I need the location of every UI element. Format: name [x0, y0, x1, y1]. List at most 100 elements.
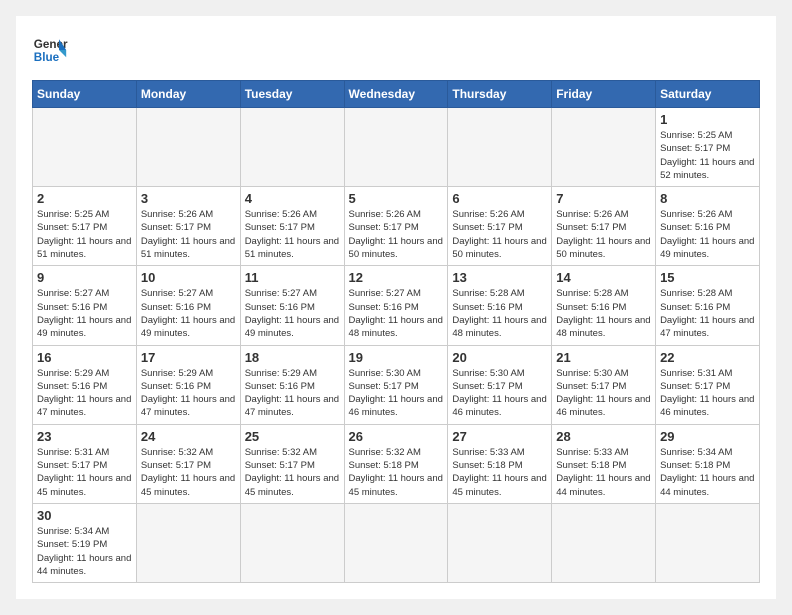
day-number: 15 — [660, 270, 755, 285]
calendar-cell: 5 Sunrise: 5:26 AMSunset: 5:17 PMDaylight… — [344, 187, 448, 266]
day-info: Sunrise: 5:34 AMSunset: 5:19 PMDaylight:… — [37, 525, 132, 578]
day-info: Sunrise: 5:25 AMSunset: 5:17 PMDaylight:… — [660, 129, 755, 182]
day-number: 25 — [245, 429, 340, 444]
calendar-cell — [344, 503, 448, 582]
calendar-cell — [552, 503, 656, 582]
calendar-cell: 22 Sunrise: 5:31 AMSunset: 5:17 PMDayligh… — [656, 345, 760, 424]
calendar-cell: 25Sunrise: 5:32 AMSunset: 5:17 PMDayligh… — [240, 424, 344, 503]
calendar-cell — [240, 503, 344, 582]
day-number: 14 — [556, 270, 651, 285]
page-header: General Blue — [32, 32, 760, 68]
calendar-cell: 11Sunrise: 5:27 AMSunset: 5:16 PMDayligh… — [240, 266, 344, 345]
day-info: Sunrise: 5:34 AMSunset: 5:18 PMDaylight:… — [660, 446, 755, 499]
day-number: 6 — [452, 191, 547, 206]
day-info: Sunrise: 5:27 AMSunset: 5:16 PMDaylight:… — [349, 287, 444, 340]
calendar-cell: 1 Sunrise: 5:25 AMSunset: 5:17 PMDaylight… — [656, 108, 760, 187]
calendar-week-3: 16 Sunrise: 5:29 AMSunset: 5:16 PMDayligh… — [33, 345, 760, 424]
calendar-cell — [656, 503, 760, 582]
day-info: Sunrise: 5:29 AMSunset: 5:16 PMDaylight:… — [245, 367, 340, 420]
calendar-cell: 3 Sunrise: 5:26 AMSunset: 5:17 PMDaylight… — [136, 187, 240, 266]
calendar-cell: 8Sunrise: 5:26 AMSunset: 5:16 PMDaylight… — [656, 187, 760, 266]
calendar-cell: 20 Sunrise: 5:30 AMSunset: 5:17 PMDayligh… — [448, 345, 552, 424]
calendar-cell: 2Sunrise: 5:25 AMSunset: 5:17 PMDaylight… — [33, 187, 137, 266]
day-number: 2 — [37, 191, 132, 206]
day-info: Sunrise: 5:28 AMSunset: 5:16 PMDaylight:… — [660, 287, 755, 340]
calendar-cell: 18Sunrise: 5:29 AMSunset: 5:16 PMDayligh… — [240, 345, 344, 424]
calendar-week-4: 23Sunrise: 5:31 AMSunset: 5:17 PMDayligh… — [33, 424, 760, 503]
logo-icon: General Blue — [32, 32, 68, 68]
calendar-cell — [448, 503, 552, 582]
calendar-cell — [448, 108, 552, 187]
calendar-cell: 15 Sunrise: 5:28 AMSunset: 5:16 PMDayligh… — [656, 266, 760, 345]
day-info: Sunrise: 5:33 AMSunset: 5:18 PMDaylight:… — [556, 446, 651, 499]
calendar-cell: 13 Sunrise: 5:28 AMSunset: 5:16 PMDayligh… — [448, 266, 552, 345]
calendar-cell: 23Sunrise: 5:31 AMSunset: 5:17 PMDayligh… — [33, 424, 137, 503]
calendar-cell — [344, 108, 448, 187]
day-number: 20 — [452, 350, 547, 365]
weekday-header-tuesday: Tuesday — [240, 81, 344, 108]
calendar-cell: 29 Sunrise: 5:34 AMSunset: 5:18 PMDayligh… — [656, 424, 760, 503]
day-number: 23 — [37, 429, 132, 444]
day-info: Sunrise: 5:26 AMSunset: 5:17 PMDaylight:… — [349, 208, 444, 261]
day-number: 19 — [349, 350, 444, 365]
calendar-cell — [552, 108, 656, 187]
day-number: 10 — [141, 270, 236, 285]
day-info: Sunrise: 5:30 AMSunset: 5:17 PMDaylight:… — [452, 367, 547, 420]
day-number: 30 — [37, 508, 132, 523]
day-info: Sunrise: 5:29 AMSunset: 5:16 PMDaylight:… — [37, 367, 132, 420]
calendar-cell: 21Sunrise: 5:30 AMSunset: 5:17 PMDayligh… — [552, 345, 656, 424]
day-number: 28 — [556, 429, 651, 444]
day-number: 27 — [452, 429, 547, 444]
day-number: 7 — [556, 191, 651, 206]
day-number: 16 — [37, 350, 132, 365]
day-number: 17 — [141, 350, 236, 365]
day-info: Sunrise: 5:26 AMSunset: 5:17 PMDaylight:… — [245, 208, 340, 261]
day-number: 22 — [660, 350, 755, 365]
calendar-cell: 30 Sunrise: 5:34 AMSunset: 5:19 PMDayligh… — [33, 503, 137, 582]
day-number: 3 — [141, 191, 236, 206]
day-info: Sunrise: 5:32 AMSunset: 5:18 PMDaylight:… — [349, 446, 444, 499]
weekday-header-wednesday: Wednesday — [344, 81, 448, 108]
calendar-cell: 26Sunrise: 5:32 AMSunset: 5:18 PMDayligh… — [344, 424, 448, 503]
calendar-week-2: 9 Sunrise: 5:27 AMSunset: 5:16 PMDaylight… — [33, 266, 760, 345]
calendar-cell — [33, 108, 137, 187]
weekday-header-saturday: Saturday — [656, 81, 760, 108]
day-info: Sunrise: 5:28 AMSunset: 5:16 PMDaylight:… — [452, 287, 547, 340]
day-info: Sunrise: 5:29 AMSunset: 5:16 PMDaylight:… — [141, 367, 236, 420]
day-number: 1 — [660, 112, 755, 127]
calendar-cell: 10Sunrise: 5:27 AMSunset: 5:16 PMDayligh… — [136, 266, 240, 345]
day-info: Sunrise: 5:30 AMSunset: 5:17 PMDaylight:… — [556, 367, 651, 420]
day-number: 13 — [452, 270, 547, 285]
weekday-header-thursday: Thursday — [448, 81, 552, 108]
day-info: Sunrise: 5:31 AMSunset: 5:17 PMDaylight:… — [660, 367, 755, 420]
calendar-cell — [136, 108, 240, 187]
calendar-cell: 6 Sunrise: 5:26 AMSunset: 5:17 PMDaylight… — [448, 187, 552, 266]
day-number: 12 — [349, 270, 444, 285]
calendar-week-1: 2Sunrise: 5:25 AMSunset: 5:17 PMDaylight… — [33, 187, 760, 266]
calendar-table: SundayMondayTuesdayWednesdayThursdayFrid… — [32, 80, 760, 583]
weekday-header-sunday: Sunday — [33, 81, 137, 108]
day-info: Sunrise: 5:27 AMSunset: 5:16 PMDaylight:… — [245, 287, 340, 340]
weekday-header-monday: Monday — [136, 81, 240, 108]
weekday-header-friday: Friday — [552, 81, 656, 108]
day-number: 5 — [349, 191, 444, 206]
calendar-cell: 28 Sunrise: 5:33 AMSunset: 5:18 PMDayligh… — [552, 424, 656, 503]
calendar-cell: 27Sunrise: 5:33 AMSunset: 5:18 PMDayligh… — [448, 424, 552, 503]
day-info: Sunrise: 5:26 AMSunset: 5:17 PMDaylight:… — [141, 208, 236, 261]
day-number: 29 — [660, 429, 755, 444]
day-info: Sunrise: 5:27 AMSunset: 5:16 PMDaylight:… — [37, 287, 132, 340]
calendar-week-0: 1 Sunrise: 5:25 AMSunset: 5:17 PMDaylight… — [33, 108, 760, 187]
day-info: Sunrise: 5:30 AMSunset: 5:17 PMDaylight:… — [349, 367, 444, 420]
day-number: 4 — [245, 191, 340, 206]
calendar-cell: 24 Sunrise: 5:32 AMSunset: 5:17 PMDayligh… — [136, 424, 240, 503]
day-info: Sunrise: 5:26 AMSunset: 5:17 PMDaylight:… — [452, 208, 547, 261]
day-number: 24 — [141, 429, 236, 444]
calendar-page: General Blue SundayMondayTuesdayWednesda… — [16, 16, 776, 599]
day-info: Sunrise: 5:28 AMSunset: 5:16 PMDaylight:… — [556, 287, 651, 340]
calendar-cell — [240, 108, 344, 187]
calendar-cell: 9 Sunrise: 5:27 AMSunset: 5:16 PMDaylight… — [33, 266, 137, 345]
day-number: 8 — [660, 191, 755, 206]
svg-text:Blue: Blue — [34, 51, 60, 64]
day-info: Sunrise: 5:32 AMSunset: 5:17 PMDaylight:… — [141, 446, 236, 499]
day-number: 9 — [37, 270, 132, 285]
